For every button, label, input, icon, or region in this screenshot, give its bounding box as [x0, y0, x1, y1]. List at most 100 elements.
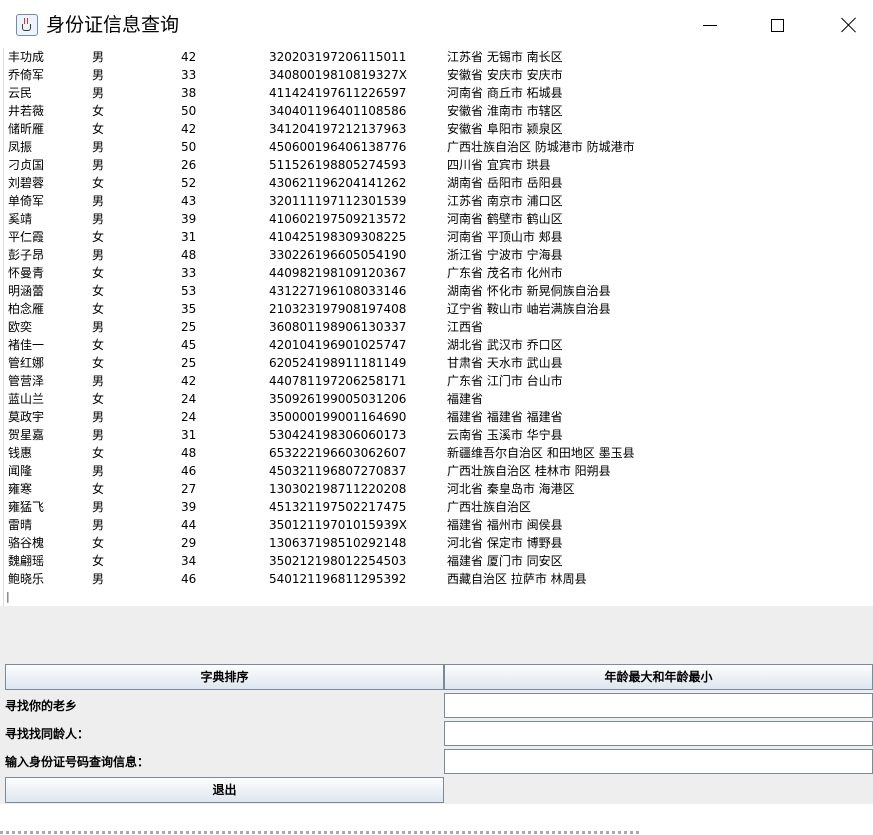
record-id: 653222196603062607: [269, 446, 407, 460]
record-name: 莫政宇: [8, 410, 45, 424]
record-address: 河北省 秦皇岛市 海港区: [447, 482, 575, 496]
bottom-strip: [0, 804, 873, 835]
record-age: 34: [181, 554, 197, 568]
record-address: 安徽省 阜阳市 颍泉区: [447, 122, 563, 136]
record-gender: 男: [92, 50, 105, 64]
record-name: 魏翩瑶: [8, 554, 45, 568]
record-row: 平仁霞 女 31 410425198309308225 河南省 平顶山市 郏县: [4, 228, 873, 246]
record-name: 钱惠: [8, 446, 33, 460]
record-name: 闻隆: [8, 464, 33, 478]
record-gender: 女: [92, 446, 105, 460]
record-row: 鲍晓乐 男 46 540121196811295392 西藏自治区 拉萨市 林周县: [4, 570, 873, 588]
record-row: 管营泽 男 42 440781197206258171 广东省 江门市 台山市: [4, 372, 873, 390]
record-address: 福建省 厦门市 同安区: [447, 554, 563, 568]
record-age: 42: [181, 374, 197, 388]
record-name: 储昕雁: [8, 122, 45, 136]
record-gender: 男: [92, 248, 105, 262]
same-age-input[interactable]: [444, 721, 873, 746]
record-gender: 女: [92, 266, 105, 280]
record-id: 350926199005031206: [269, 392, 407, 406]
record-age: 33: [181, 266, 197, 280]
record-id: 341204197212137963: [269, 122, 407, 136]
record-id: 410425198309308225: [269, 230, 407, 244]
record-row: 柏念雁 女 35 210323197908197408 辽宁省 鞍山市 岫岩满族自治县: [4, 300, 873, 318]
record-row: 乔倚军 男 33 34080019810819327X 安徽省 安庆市 安庆市: [4, 66, 873, 84]
minimize-button[interactable]: [687, 8, 733, 42]
record-address: 四川省 宜宾市 珙县: [447, 158, 551, 172]
record-row: 骆谷槐 女 29 130637198510292148 河北省 保定市 博野县: [4, 534, 873, 552]
record-age: 46: [181, 464, 197, 478]
record-row: 雷晴 男 44 35012119701015939X 福建省 福州市 闽侯县: [4, 516, 873, 534]
record-name: 刘碧蓉: [8, 176, 45, 190]
records-text-area[interactable]: | 丰功成男 42 320203197206115011 江苏省 无锡市 南长区 乔倚军…: [4, 48, 873, 606]
close-button[interactable]: [826, 8, 872, 42]
record-age: 39: [181, 500, 197, 514]
record-name: 刁贞国: [8, 158, 45, 172]
record-row: 闻隆 男 46 450321196807270837 广西壮族自治区 桂林市 阳朔县: [4, 462, 873, 480]
record-id: 511526198805274593: [269, 158, 407, 172]
record-name: 鲍晓乐: [8, 572, 45, 586]
record-id: 620524198911181149: [269, 356, 407, 370]
title-bar[interactable]: 身份证信息查询: [0, 0, 873, 48]
minimize-icon: [703, 24, 717, 26]
hometown-input[interactable]: [444, 693, 873, 718]
record-address: 湖南省 怀化市 新晃侗族自治县: [447, 284, 611, 298]
record-gender: 男: [92, 500, 105, 514]
record-gender: 男: [92, 410, 105, 424]
record-address: 广西壮族自治区 桂林市 阳朔县: [447, 464, 611, 478]
record-id: 450600196406138776: [269, 140, 407, 154]
record-row: 单倚军 男 43 320111197112301539 江苏省 南京市 浦口区: [4, 192, 873, 210]
record-name: 雍寒: [8, 482, 33, 496]
exit-button[interactable]: 退出: [5, 777, 444, 803]
id-query-input[interactable]: [444, 749, 873, 774]
record-age: 35: [181, 302, 197, 316]
record-gender: 女: [92, 230, 105, 244]
record-address: 江苏省 南京市 浦口区: [447, 194, 563, 208]
record-address: 新疆维吾尔自治区 和田地区 墨玉县: [447, 446, 635, 460]
record-id: 320111197112301539: [269, 194, 407, 208]
record-row: 魏翩瑶 女 34 350212198012254503 福建省 厦门市 同安区: [4, 552, 873, 570]
record-id: 530424198306060173: [269, 428, 407, 442]
record-address: 浙江省 宁波市 宁海县: [447, 248, 563, 262]
record-gender: 男: [92, 194, 105, 208]
record-age: 42: [181, 50, 197, 64]
maximize-button[interactable]: [754, 8, 800, 42]
record-row: 储昕雁 女 42 341204197212137963 安徽省 阜阳市 颍泉区: [4, 120, 873, 138]
record-age: 27: [181, 482, 197, 496]
record-age: 29: [181, 536, 197, 550]
record-gender: 男: [92, 374, 105, 388]
record-gender: 女: [92, 176, 105, 190]
record-row: 怀曼青 女 33 440982198109120367 广东省 茂名市 化州市: [4, 264, 873, 282]
age-max-min-button[interactable]: 年龄最大和年龄最小: [444, 664, 873, 690]
record-name: 丰功成: [8, 50, 45, 64]
record-id: 350000199001164690: [269, 410, 407, 424]
record-name: 单倚军: [8, 194, 45, 208]
record-gender: 男: [92, 572, 105, 586]
record-row: 凤振 男 50 450600196406138776 广西壮族自治区 防城港市 防城港市: [4, 138, 873, 156]
dictionary-sort-button[interactable]: 字典排序: [5, 664, 444, 690]
record-address: 湖北省 武汉市 乔口区: [447, 338, 563, 352]
record-gender: 男: [92, 140, 105, 154]
record-address: 广西壮族自治区: [447, 500, 532, 514]
record-id: 451321197502217475: [269, 500, 407, 514]
record-name: 蓝山兰: [8, 392, 45, 406]
record-id: 350212198012254503: [269, 554, 407, 568]
record-id: 360801198906130337: [269, 320, 407, 334]
record-age: 24: [181, 392, 197, 406]
record-gender: 女: [92, 536, 105, 550]
record-gender: 男: [92, 212, 105, 226]
record-gender: 女: [92, 482, 105, 496]
record-address: 江西省: [447, 320, 484, 334]
record-row: 欧奕 男 25 360801198906130337 江西省: [4, 318, 873, 336]
record-row: 明涵蕾 女 53 431227196108033146 湖南省 怀化市 新晃侗族自治县: [4, 282, 873, 300]
record-name: 贺星嘉: [8, 428, 45, 442]
record-row: 奚靖 男 39 410602197509213572 河南省 鹤壁市 鹤山区: [4, 210, 873, 228]
record-age: 33: [181, 68, 197, 82]
record-age: 31: [181, 230, 197, 244]
record-age: 52: [181, 176, 197, 190]
record-gender: 女: [92, 104, 105, 118]
record-id: 410602197509213572: [269, 212, 407, 226]
record-address: 江苏省 无锡市 南长区: [447, 50, 563, 64]
record-name: 管红娜: [8, 356, 45, 370]
record-row: 雍寒 女 27 130302198711220208 河北省 秦皇岛市 海港区: [4, 480, 873, 498]
